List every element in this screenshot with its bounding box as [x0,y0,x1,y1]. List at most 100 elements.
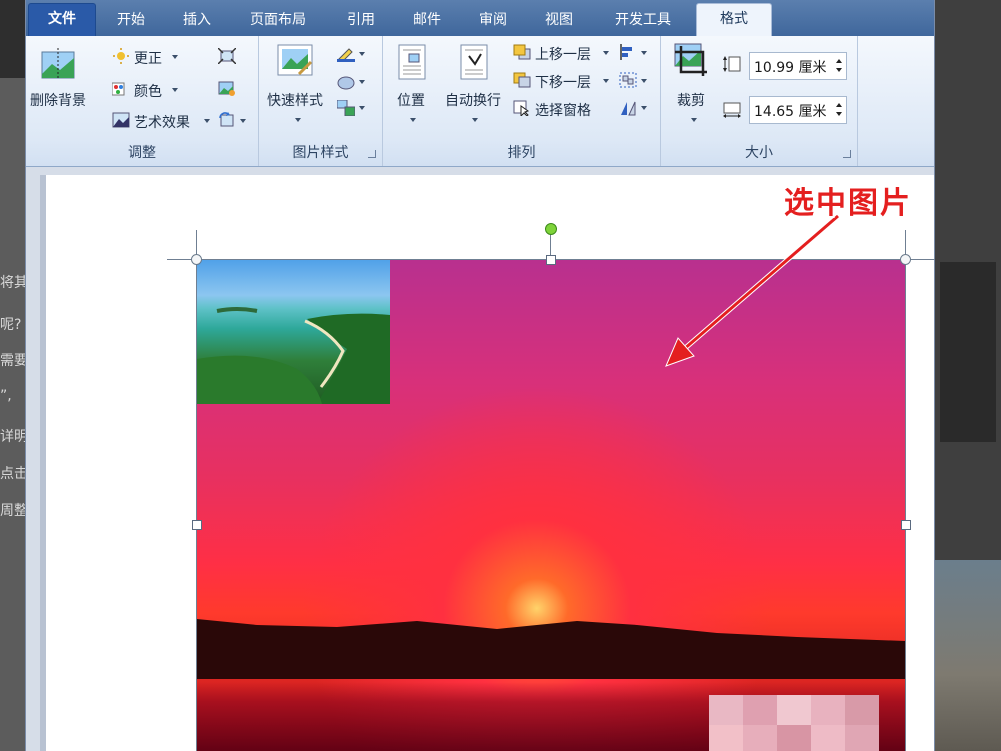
mosaic-watermark [845,695,879,725]
resize-handle-top[interactable] [546,255,556,265]
chevron-down-icon [410,118,416,122]
position-icon [398,44,426,80]
tab-insert[interactable]: 插入 [172,6,222,36]
chevron-down-icon [240,119,246,123]
background-photo [933,560,1001,751]
chevron-down-icon [359,52,365,56]
selection-pane-icon [513,100,530,116]
remove-background-icon [41,48,75,80]
compress-pictures-icon [218,48,236,64]
spinner-up-icon[interactable] [836,59,842,63]
tab-references[interactable]: 引用 [336,6,386,36]
artistic-effects-button[interactable]: 艺术效果 [134,112,190,132]
group-picture-styles: 快速样式 图片样式 [259,36,383,166]
bring-forward-button[interactable]: 上移一层 [535,44,591,64]
group-size: 裁剪 10.99 厘米 14.65 厘米 大小 [661,36,858,166]
tab-view[interactable]: 视图 [534,6,584,36]
shape-width-icon [723,102,741,118]
group-adjust: 删除背景 更正 颜色 艺术效果 调整 [26,36,259,166]
group-label-adjust: 调整 [128,145,156,161]
position-button[interactable]: 位置 [397,90,425,110]
chevron-down-icon [603,51,609,55]
crop-button[interactable]: 裁剪 [677,90,705,110]
chevron-down-icon [359,80,365,84]
tab-home[interactable]: 开始 [106,6,156,36]
chevron-down-icon [691,118,697,122]
chevron-down-icon [172,55,178,59]
mosaic-watermark [777,695,811,725]
quick-styles-icon [277,44,313,76]
group-label-arrange: 排列 [507,145,536,161]
corrections-button[interactable]: 更正 [134,48,162,68]
dialog-launcher-icon[interactable] [368,150,376,158]
group-label-size: 大小 [745,145,773,161]
selection-pane-button[interactable]: 选择窗格 [535,100,591,120]
chevron-down-icon [359,106,365,110]
color-button[interactable]: 颜色 [134,81,162,101]
change-picture-icon [218,81,235,96]
chevron-down-icon [472,118,478,122]
group-arrange: 位置 自动换行 上移一层 下移一层 选择窗格 排列 [383,36,661,166]
chevron-down-icon [641,51,647,55]
selection-guide-line [905,230,906,751]
chevron-down-icon [641,106,647,110]
island-landscape [197,307,390,404]
send-backward-button[interactable]: 下移一层 [535,72,591,92]
resize-handle-top-left[interactable] [191,254,202,265]
send-backward-icon [513,72,531,88]
resize-handle-left[interactable] [192,520,202,530]
shape-height-icon [723,56,741,72]
mosaic-watermark [709,725,743,751]
rotation-handle[interactable] [545,223,557,235]
width-value[interactable]: 14.65 厘米 [754,101,827,121]
resize-handle-right[interactable] [901,520,911,530]
selection-guide-line [196,230,197,751]
tab-review[interactable]: 审阅 [468,6,518,36]
group-objects-icon [619,72,637,88]
wrap-text-button[interactable]: 自动换行 [445,90,501,110]
dialog-launcher-icon[interactable] [843,150,851,158]
tab-mailings[interactable]: 邮件 [402,6,452,36]
group-label-picture-styles: 图片样式 [292,145,349,161]
tab-developer[interactable]: 开发工具 [600,6,686,36]
mosaic-watermark [811,725,845,751]
mosaic-watermark [709,695,743,725]
sun-icon [113,48,129,64]
mountain-silhouette [197,619,905,679]
height-spinner[interactable]: 10.99 厘米 [749,52,847,80]
reset-picture-icon [219,112,234,127]
height-value[interactable]: 10.99 厘米 [754,57,827,77]
tab-file[interactable]: 文件 [28,3,96,36]
mosaic-watermark [777,725,811,751]
crop-icon [674,43,707,76]
picture-layout-icon [337,100,355,116]
annotation-label: 选中图片 [784,186,912,221]
mosaic-watermark [743,695,777,725]
background-keyboard-image [940,262,996,442]
width-spinner[interactable]: 14.65 厘米 [749,96,847,124]
mosaic-watermark [845,725,879,751]
spinner-up-icon[interactable] [836,103,842,107]
chevron-down-icon [641,79,647,83]
annotation-arrow-icon [665,214,840,367]
ribbon-tab-bar: 文件 开始 插入 页面布局 引用 邮件 审阅 视图 开发工具 格式 [26,0,934,36]
mosaic-watermark [743,725,777,751]
tab-page-layout[interactable]: 页面布局 [238,6,318,36]
wrap-text-icon [460,44,488,80]
artistic-effects-icon [112,112,130,128]
chevron-down-icon [603,79,609,83]
mosaic-watermark [811,695,845,725]
spinner-down-icon[interactable] [836,68,842,72]
picture-border-icon [337,48,355,62]
color-palette-icon [112,82,125,96]
picture-effects-icon [337,76,355,90]
resize-handle-top-right[interactable] [900,254,911,265]
chevron-down-icon [172,88,178,92]
inset-island-photo [197,259,390,404]
word-window: 文件 开始 插入 页面布局 引用 邮件 审阅 视图 开发工具 格式 删除背景 更… [25,0,935,751]
tab-format[interactable]: 格式 [696,3,772,36]
chevron-down-icon [204,119,210,123]
spinner-down-icon[interactable] [836,112,842,116]
quick-styles-button[interactable]: 快速样式 [267,90,323,110]
remove-background-button[interactable]: 删除背景 [30,90,86,110]
